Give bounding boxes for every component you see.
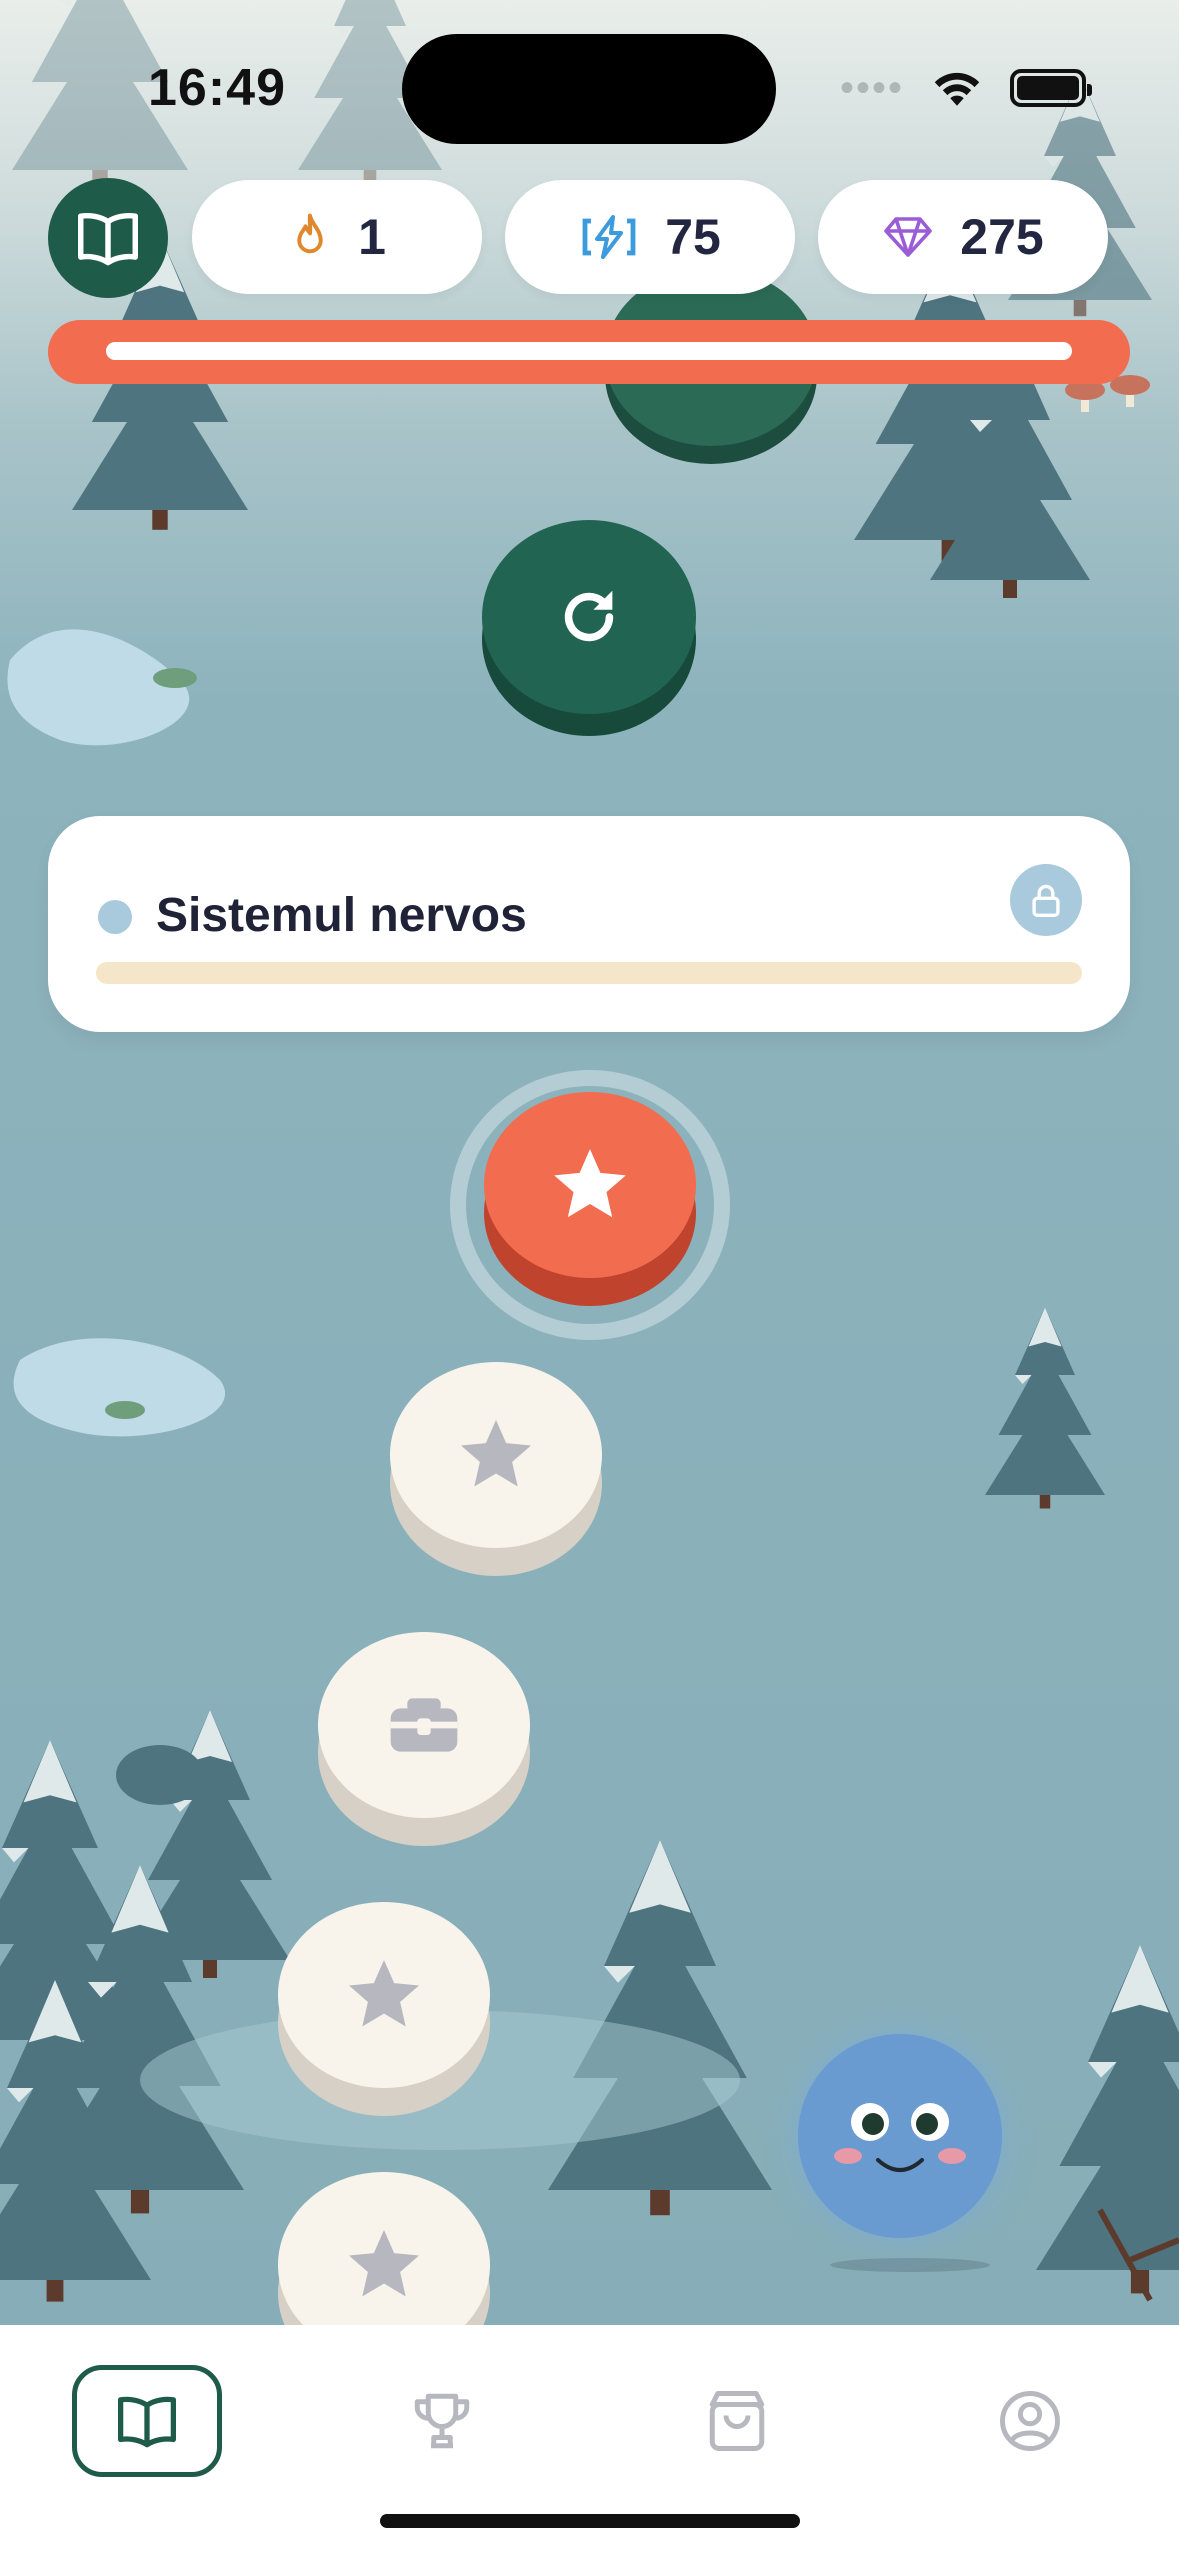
battery-energy-icon — [582, 215, 636, 259]
status-icons: •••• — [840, 62, 1093, 114]
level-progress-bar — [48, 320, 1130, 384]
book-icon — [117, 2396, 176, 2448]
current-lesson-node[interactable] — [484, 1092, 696, 1306]
gems-pill[interactable]: 275 — [818, 180, 1108, 294]
review-node[interactable] — [482, 520, 696, 736]
refresh-icon — [564, 590, 614, 642]
mascot-face — [834, 2103, 966, 2172]
star-icon — [554, 1149, 626, 1218]
nav-leaderboard[interactable] — [367, 2365, 517, 2477]
home-indicator — [380, 2514, 800, 2528]
cellular-icon: •••• — [840, 65, 905, 110]
unit-lock-button[interactable] — [1010, 864, 1082, 936]
locked-lesson-node[interactable] — [390, 1362, 602, 1576]
streak-pill[interactable]: 1 — [192, 180, 482, 294]
trophy-icon — [414, 2393, 470, 2449]
dynamic-island — [402, 34, 776, 144]
nav-profile[interactable] — [955, 2365, 1105, 2477]
unit-progress-bar — [96, 962, 1082, 984]
shopping-bag-icon — [709, 2391, 765, 2451]
locked-chest-node[interactable] — [318, 1632, 530, 1846]
gems-count: 275 — [960, 209, 1044, 265]
fire-icon — [297, 213, 323, 254]
user-icon — [1000, 2391, 1060, 2451]
energy-pill[interactable]: 75 — [505, 180, 795, 294]
book-icon — [77, 212, 138, 266]
level-progress-fill — [106, 342, 1072, 360]
course-book-button[interactable] — [48, 178, 168, 298]
mascot-character[interactable] — [790, 2030, 1010, 2272]
lock-icon — [1032, 884, 1060, 917]
status-time: 16:49 — [148, 59, 286, 117]
locked-lesson-node[interactable] — [278, 1902, 490, 2116]
star-icon — [461, 1420, 531, 1487]
star-icon — [349, 2230, 419, 2297]
star-icon — [349, 1960, 419, 2027]
diamond-icon — [884, 217, 933, 257]
unit-status-dot — [98, 900, 132, 934]
battery-icon — [1010, 69, 1093, 107]
streak-count: 1 — [358, 209, 386, 265]
nav-learn[interactable] — [72, 2365, 222, 2477]
unit-title: Sistemul nervos — [156, 889, 527, 942]
energy-count: 75 — [665, 209, 721, 265]
nav-shop[interactable] — [662, 2365, 812, 2477]
chest-icon — [390, 1698, 458, 1752]
wifi-icon — [934, 72, 980, 106]
unit-card[interactable]: Sistemul nervos — [48, 816, 1130, 1032]
